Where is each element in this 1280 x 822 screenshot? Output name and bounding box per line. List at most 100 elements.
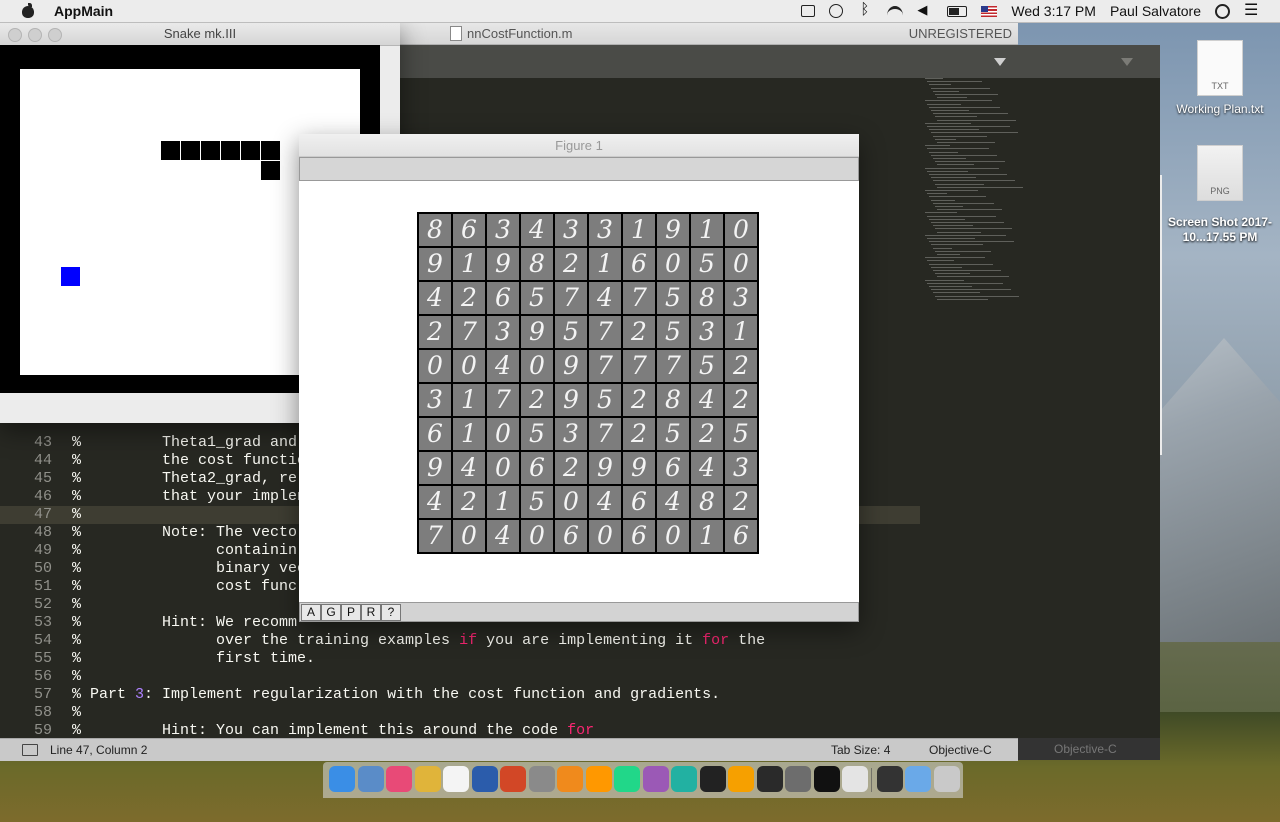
notification-center-icon[interactable]: [1244, 0, 1260, 20]
sublime-text-icon[interactable]: [728, 766, 754, 792]
figure-title: Figure 1: [555, 138, 603, 153]
spotlight-search-icon[interactable]: [1215, 3, 1230, 19]
figure-window[interactable]: Figure 1 8634331910919821605042657475832…: [299, 134, 859, 622]
figure-tool-button[interactable]: P: [341, 604, 361, 621]
chrome-icon[interactable]: [414, 766, 441, 792]
digit-cell: 5: [691, 350, 723, 382]
system-preferences-icon[interactable]: [528, 766, 555, 792]
desktop-file-label: Working Plan.txt: [1176, 102, 1264, 116]
clion-icon[interactable]: [671, 766, 697, 792]
pycharm-icon[interactable]: [614, 766, 640, 792]
code-text: % containin: [72, 542, 298, 559]
figure-tool-button[interactable]: A: [301, 604, 321, 621]
intellij-icon[interactable]: [813, 766, 840, 792]
menu-clock[interactable]: Wed 3:17 PM: [1011, 3, 1096, 19]
digit-cell: 3: [725, 282, 757, 314]
digit-cell: 3: [555, 418, 587, 450]
minimap-line: [933, 158, 966, 159]
phone-icon[interactable]: [876, 766, 903, 792]
finder-icon[interactable]: [329, 766, 355, 792]
minimap[interactable]: [922, 78, 1023, 318]
background-editor-window[interactable]: Objective-C: [1018, 45, 1160, 760]
ibooks-icon[interactable]: [557, 766, 583, 792]
figure-titlebar[interactable]: Figure 1: [299, 134, 859, 157]
minimap-line: [937, 142, 995, 143]
volume-icon[interactable]: [917, 2, 933, 18]
calendar-icon[interactable]: [443, 766, 469, 792]
wifi-icon[interactable]: [887, 4, 904, 18]
terminal-icon[interactable]: [699, 766, 726, 792]
figure-tool-button[interactable]: R: [361, 604, 381, 621]
digit-cell: 4: [419, 486, 451, 518]
minimap-line: [927, 238, 975, 239]
snake-food: [61, 267, 80, 286]
minimap-line: [933, 247, 952, 249]
line-number: 53: [33, 614, 52, 631]
minimap-line: [937, 298, 988, 300]
sublime-icon[interactable]: [585, 766, 612, 792]
apple-icon[interactable]: [20, 3, 36, 19]
powerpoint-icon[interactable]: [500, 766, 526, 792]
display-mirror-icon[interactable]: [801, 5, 816, 17]
digit-cell: 0: [657, 248, 689, 280]
minimap-line: [937, 186, 1023, 188]
chevron-down-icon[interactable]: [1121, 58, 1133, 66]
preview-icon[interactable]: [357, 766, 384, 792]
battery-icon[interactable]: [947, 5, 968, 17]
background-tabbar: [1018, 45, 1160, 78]
minimap-line: [931, 87, 990, 89]
line-number: 59: [33, 722, 52, 739]
unregistered-label: UNREGISTERED: [908, 26, 1012, 41]
digit-cell: 9: [521, 316, 553, 348]
minimap-line: [927, 215, 996, 217]
minimap-line: [925, 234, 1006, 236]
digit-cell: 2: [453, 486, 485, 518]
minimap-line: [933, 90, 959, 92]
app-menu[interactable]: AppMain: [54, 3, 113, 19]
word-icon[interactable]: [471, 766, 498, 792]
itunes-icon[interactable]: [386, 766, 412, 792]
us-flag-icon[interactable]: [981, 5, 998, 17]
digit-cell: 9: [555, 350, 587, 382]
png-file-icon: PNG: [1197, 145, 1243, 201]
editor-statusbar: Line 47, Column 2 Tab Size: 4 Objective-…: [0, 738, 1018, 761]
digit-cell: 3: [487, 316, 519, 348]
terminal2-icon[interactable]: [756, 766, 783, 792]
time-machine-icon[interactable]: [829, 4, 844, 18]
minimap-line: [933, 180, 1015, 182]
java-icon[interactable]: [842, 766, 868, 792]
syntax-selector[interactable]: Objective-C: [929, 743, 992, 757]
digit-cell: 5: [555, 316, 587, 348]
network-icon[interactable]: [785, 766, 811, 792]
bluetooth-icon[interactable]: [857, 1, 873, 18]
figure-tool-button[interactable]: ?: [381, 604, 401, 621]
tab-size-selector[interactable]: Tab Size: 4: [831, 743, 890, 757]
snake-titlebar[interactable]: Snake mk.III: [0, 22, 400, 46]
digit-cell: 6: [555, 520, 587, 552]
downloads-icon[interactable]: [905, 766, 931, 792]
digit-cell: 5: [691, 248, 723, 280]
panel-toggle-icon[interactable]: [22, 744, 38, 756]
minimap-line: [929, 196, 986, 198]
desktop-file-screenshot[interactable]: PNG Screen Shot 2017-10...17.55 PM: [1160, 145, 1280, 245]
digit-cell: 9: [657, 214, 689, 246]
digit-cell: 2: [623, 316, 655, 348]
digit-cell: 1: [623, 214, 655, 246]
snake-head: [261, 161, 280, 180]
chevron-down-icon[interactable]: [994, 58, 1006, 66]
digit-cell: 9: [555, 384, 587, 416]
digit-cell: 1: [725, 316, 757, 348]
minimap-line: [929, 174, 1007, 175]
minimap-line: [927, 148, 989, 150]
desktop-file-working-plan[interactable]: TXT Working Plan.txt: [1165, 40, 1275, 116]
digit-cell: 0: [589, 520, 621, 552]
phpstorm-icon[interactable]: [642, 766, 669, 792]
minimap-line: [933, 292, 980, 294]
digit-cell: 8: [657, 384, 689, 416]
menu-user[interactable]: Paul Salvatore: [1110, 3, 1201, 19]
digit-cell: 2: [725, 486, 757, 518]
digit-grid: 8634331910919821605042657475832739572531…: [417, 212, 759, 554]
minimap-line: [935, 228, 1012, 230]
figure-tool-button[interactable]: G: [321, 604, 341, 621]
trash-icon[interactable]: [933, 766, 960, 792]
